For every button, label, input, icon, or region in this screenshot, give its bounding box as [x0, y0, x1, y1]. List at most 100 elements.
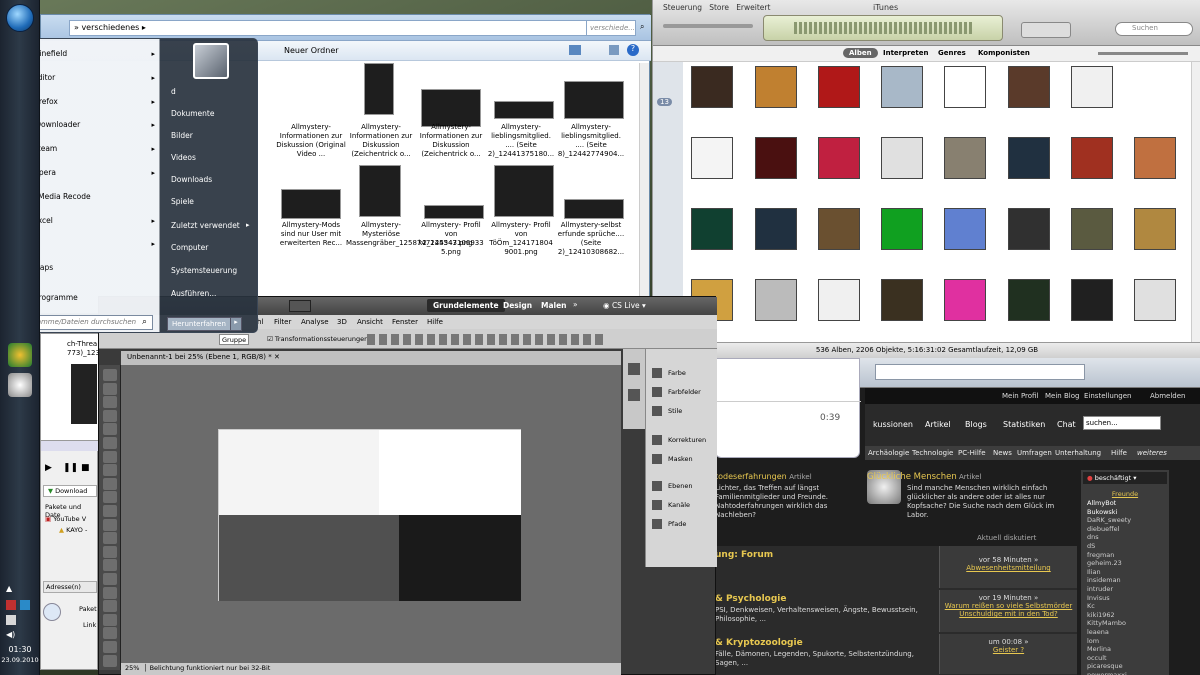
view-buttons[interactable]: [1021, 22, 1071, 38]
group-select[interactable]: Gruppe: [219, 334, 249, 345]
ps-tool[interactable]: [103, 613, 117, 626]
start-place-item[interactable]: Ausführen...: [171, 289, 216, 298]
friend-item[interactable]: Merlina: [1087, 645, 1167, 654]
file-name[interactable]: Allmystery-selbst erfunde sprüche.... (S…: [556, 221, 626, 257]
address-bar[interactable]: [875, 364, 1085, 380]
workspace-malen[interactable]: Malen: [541, 301, 567, 310]
search-icon[interactable]: ⌕: [640, 22, 644, 32]
nav-diskussionen[interactable]: kussionen: [873, 420, 913, 429]
start-place-item[interactable]: Videos: [171, 153, 196, 162]
panel-kanäle[interactable]: Kanäle: [650, 497, 714, 513]
friend-item[interactable]: dns: [1087, 533, 1167, 542]
preview-pane-icon[interactable]: [609, 45, 619, 55]
friends-heading[interactable]: Freunde: [1081, 490, 1169, 498]
download-tab[interactable]: ▼ Download: [43, 485, 97, 497]
workspace-grundelemente[interactable]: Grundelemente: [427, 299, 505, 312]
photoshop-window[interactable]: Grundelemente Design Malen » ◉ CS Live ▾…: [98, 296, 717, 675]
background-window[interactable]: ch-Threa 773)_123: [40, 333, 100, 443]
album-cover[interactable]: [818, 66, 860, 108]
site-search-input[interactable]: suchen...: [1083, 416, 1161, 430]
friend-item[interactable]: insideman: [1087, 576, 1167, 585]
tray-icon[interactable]: [20, 600, 30, 610]
tray-arrow-icon[interactable]: ▲: [6, 584, 12, 593]
file-name[interactable]: Allmystery-Mysteriöse Massengräber_12587…: [346, 221, 473, 248]
friend-item[interactable]: powermaxxi: [1087, 671, 1167, 675]
start-place-item[interactable]: Bilder: [171, 131, 193, 140]
ps-tool[interactable]: [103, 545, 117, 558]
ps-tool[interactable]: [103, 573, 117, 585]
canvas-area[interactable]: [121, 365, 621, 663]
volume-icon[interactable]: ◀): [6, 630, 15, 639]
start-place-item[interactable]: Zuletzt verwendet: [171, 221, 240, 230]
menu-fenster[interactable]: Fenster: [392, 318, 418, 326]
album-cover[interactable]: [881, 66, 923, 108]
friend-item[interactable]: Ilian: [1087, 568, 1167, 577]
package-row[interactable]: ▲ KAYO -: [59, 526, 87, 534]
tab-komponisten[interactable]: Komponisten: [978, 49, 1030, 57]
package-row[interactable]: ▣ YouTube V: [45, 515, 86, 523]
cs-live-button[interactable]: ◉ CS Live ▾: [603, 301, 646, 310]
file-thumbnail[interactable]: [564, 199, 624, 219]
album-cover[interactable]: [944, 279, 986, 321]
album-cover[interactable]: [944, 66, 986, 108]
friend-item[interactable]: kiki1962: [1087, 611, 1167, 620]
ps-tool[interactable]: [103, 477, 117, 490]
nav-chat[interactable]: Chat: [1057, 420, 1076, 429]
file-name[interactable]: Allmystery-Informationen zur Diskussion …: [416, 123, 486, 159]
play-icon[interactable]: ▶: [45, 463, 52, 473]
arrange-icon[interactable]: [289, 300, 311, 312]
jdownloader-window[interactable]: ▶ ❚❚ ■ ▼ Download Pakete und Date ▣ YouT…: [40, 440, 99, 670]
forum-link[interactable]: Warum reißen so viele Selbstmörder Unsch…: [940, 602, 1077, 618]
menu-ansicht[interactable]: Ansicht: [357, 318, 383, 326]
album-cover[interactable]: [1008, 137, 1050, 179]
zoom-level[interactable]: 25%: [125, 664, 139, 672]
more-workspaces-icon[interactable]: »: [573, 300, 578, 309]
add-icon[interactable]: [43, 603, 61, 621]
ps-tool[interactable]: [103, 450, 117, 463]
itunes-search-input[interactable]: Suchen: [1115, 22, 1193, 36]
ps-tool[interactable]: [103, 423, 117, 436]
shutdown-options-arrow[interactable]: ▸: [230, 317, 242, 331]
align-icons[interactable]: [367, 334, 607, 345]
ps-tool[interactable]: [103, 396, 117, 409]
subnav-item[interactable]: Hilfe: [1111, 449, 1127, 457]
album-cover[interactable]: [1071, 279, 1113, 321]
link-mein-blog[interactable]: Mein Blog: [1045, 392, 1079, 400]
forum-link[interactable]: Abwesenheitsmitteilung: [940, 564, 1077, 572]
canvas-image[interactable]: [218, 429, 521, 601]
subnav-item[interactable]: Umfragen: [1017, 449, 1052, 457]
help-icon[interactable]: ?: [627, 44, 639, 56]
forum-title[interactable]: ung: Forum: [715, 550, 773, 560]
panel-masken[interactable]: Masken: [650, 451, 714, 467]
link-mein-profil[interactable]: Mein Profil: [1002, 392, 1038, 400]
file-thumbnail[interactable]: [364, 63, 394, 115]
album-cover[interactable]: [944, 208, 986, 250]
album-cover[interactable]: [755, 137, 797, 179]
album-cover[interactable]: [1008, 279, 1050, 321]
file-name[interactable]: Allmystery-Informationen zur Diskussion …: [276, 123, 346, 159]
clock-time[interactable]: 01:30: [0, 645, 40, 654]
forum-link[interactable]: Geister ?: [940, 646, 1077, 654]
subnav-item[interactable]: Archäologie: [868, 449, 909, 457]
album-cover[interactable]: [818, 137, 860, 179]
history-icon[interactable]: [628, 363, 640, 375]
article-title-left-text[interactable]: todeserfahrungen: [715, 472, 787, 481]
start-place-item[interactable]: Computer: [171, 243, 208, 252]
breadcrumb-folder[interactable]: verschiedenes: [81, 23, 139, 32]
start-place-item[interactable]: Spiele: [171, 197, 194, 206]
album-cover[interactable]: [755, 208, 797, 250]
clock-date[interactable]: 23.09.2010: [0, 656, 40, 664]
subnav-item[interactable]: Technologie: [912, 449, 953, 457]
friend-item[interactable]: KittyMambo: [1087, 619, 1167, 628]
ps-tool[interactable]: [103, 491, 117, 504]
link-einstellungen[interactable]: Einstellungen: [1084, 392, 1131, 400]
friend-item[interactable]: Invisus: [1087, 594, 1167, 603]
album-cover[interactable]: [1008, 66, 1050, 108]
chat-popup[interactable]: 0:39: [715, 358, 861, 458]
subnav-item[interactable]: News: [993, 449, 1012, 457]
brush-panel-icon[interactable]: [628, 389, 640, 401]
panel-farbe[interactable]: Farbe: [650, 365, 714, 381]
file-name[interactable]: Allmystery- Profil von TöÖm_124171804 90…: [486, 221, 556, 257]
ps-tool[interactable]: [103, 464, 117, 477]
album-cover[interactable]: [881, 208, 923, 250]
